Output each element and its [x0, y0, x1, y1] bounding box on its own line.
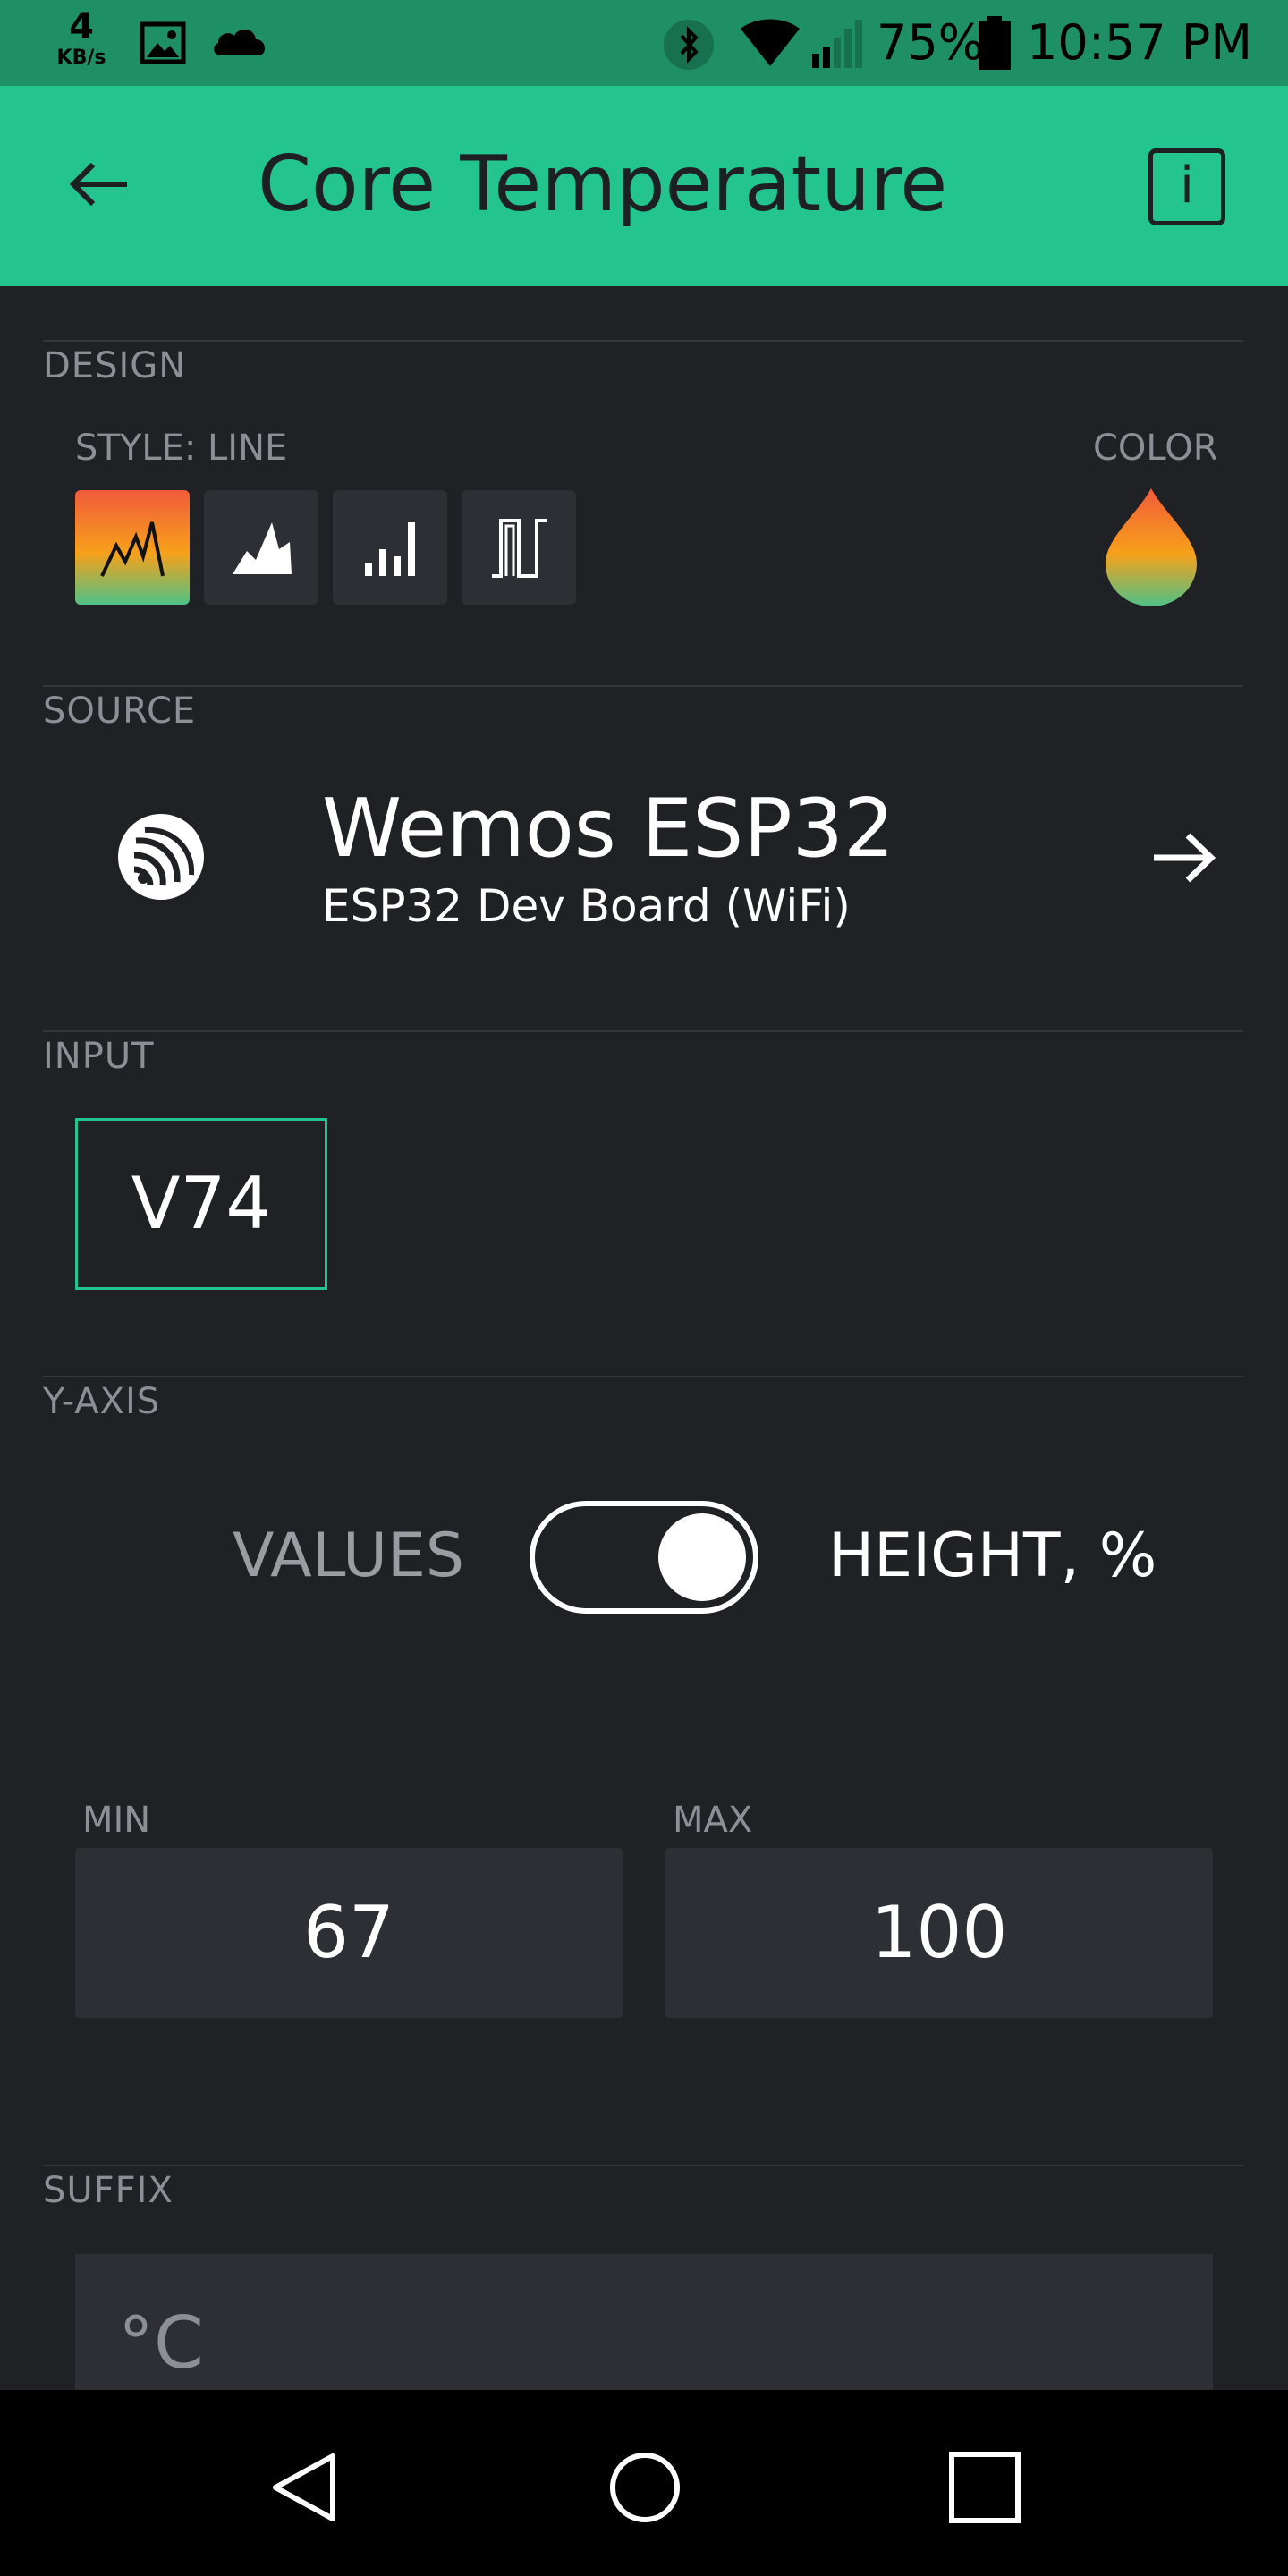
color-label: COLOR: [1093, 428, 1218, 469]
style-label: STYLE: LINE: [75, 428, 288, 469]
divider: [43, 340, 1243, 342]
section-label-y-axis: Y-AXIS: [43, 1381, 161, 1422]
clock: 10:57 PM: [1027, 14, 1252, 71]
style-binary-button[interactable]: [462, 490, 576, 605]
height-option-label[interactable]: HEIGHT, %: [828, 1521, 1157, 1591]
network-speed-value: 4: [69, 6, 94, 47]
network-speed: 4 KB/s: [50, 9, 113, 68]
style-line-button[interactable]: [75, 490, 190, 605]
divider: [43, 1376, 1243, 1377]
page-title: Core Temperature: [258, 140, 948, 229]
section-label-source: SOURCE: [43, 691, 197, 732]
divider: [43, 1030, 1243, 1032]
divider: [43, 685, 1243, 687]
y-axis-mode-toggle[interactable]: [530, 1501, 758, 1614]
max-input[interactable]: 100: [665, 1848, 1213, 2018]
wifi-icon: [741, 19, 800, 66]
network-speed-unit: KB/s: [56, 47, 106, 69]
gallery-icon: [140, 21, 186, 64]
style-bar-button[interactable]: [333, 490, 447, 605]
device-subtitle: ESP32 Dev Board (WiFi): [322, 880, 851, 932]
toggle-knob: [658, 1513, 746, 1601]
bluetooth-icon: [664, 20, 714, 70]
min-label: MIN: [82, 1800, 151, 1841]
section-label-design: DESIGN: [43, 345, 187, 386]
info-button[interactable]: i: [1148, 148, 1225, 225]
nav-back-icon[interactable]: [265, 2447, 345, 2528]
espressif-icon: [118, 814, 204, 900]
nav-home-icon[interactable]: [605, 2447, 685, 2528]
signal-icon: [812, 20, 862, 68]
min-input[interactable]: 67: [75, 1848, 623, 2018]
values-option-label[interactable]: VALUES: [233, 1521, 464, 1591]
divider: [43, 2165, 1243, 2166]
nav-recents-icon[interactable]: [945, 2447, 1025, 2528]
cloud-icon: [214, 29, 266, 55]
navigation-bar: [0, 2390, 1288, 2576]
status-bar: 4 KB/s 75% 10:57 PM: [0, 0, 1288, 86]
forward-arrow-icon[interactable]: [1148, 826, 1220, 889]
binary-chart-icon: [492, 519, 547, 578]
style-area-button[interactable]: [204, 490, 318, 605]
color-drop-icon[interactable]: [1102, 487, 1200, 608]
bar-chart-icon: [365, 522, 415, 576]
battery-percent: 75%: [877, 14, 985, 71]
section-label-input: INPUT: [43, 1036, 155, 1077]
pin-selector[interactable]: V74: [75, 1118, 327, 1290]
max-label: MAX: [673, 1800, 753, 1841]
back-arrow-icon[interactable]: [54, 140, 143, 229]
line-chart-icon: [100, 521, 165, 577]
area-chart-icon: [233, 522, 292, 574]
battery-icon: [979, 16, 1011, 70]
app-bar: Core Temperature i: [0, 86, 1288, 286]
section-label-suffix: SUFFIX: [43, 2170, 174, 2211]
device-name[interactable]: Wemos ESP32: [322, 782, 894, 876]
